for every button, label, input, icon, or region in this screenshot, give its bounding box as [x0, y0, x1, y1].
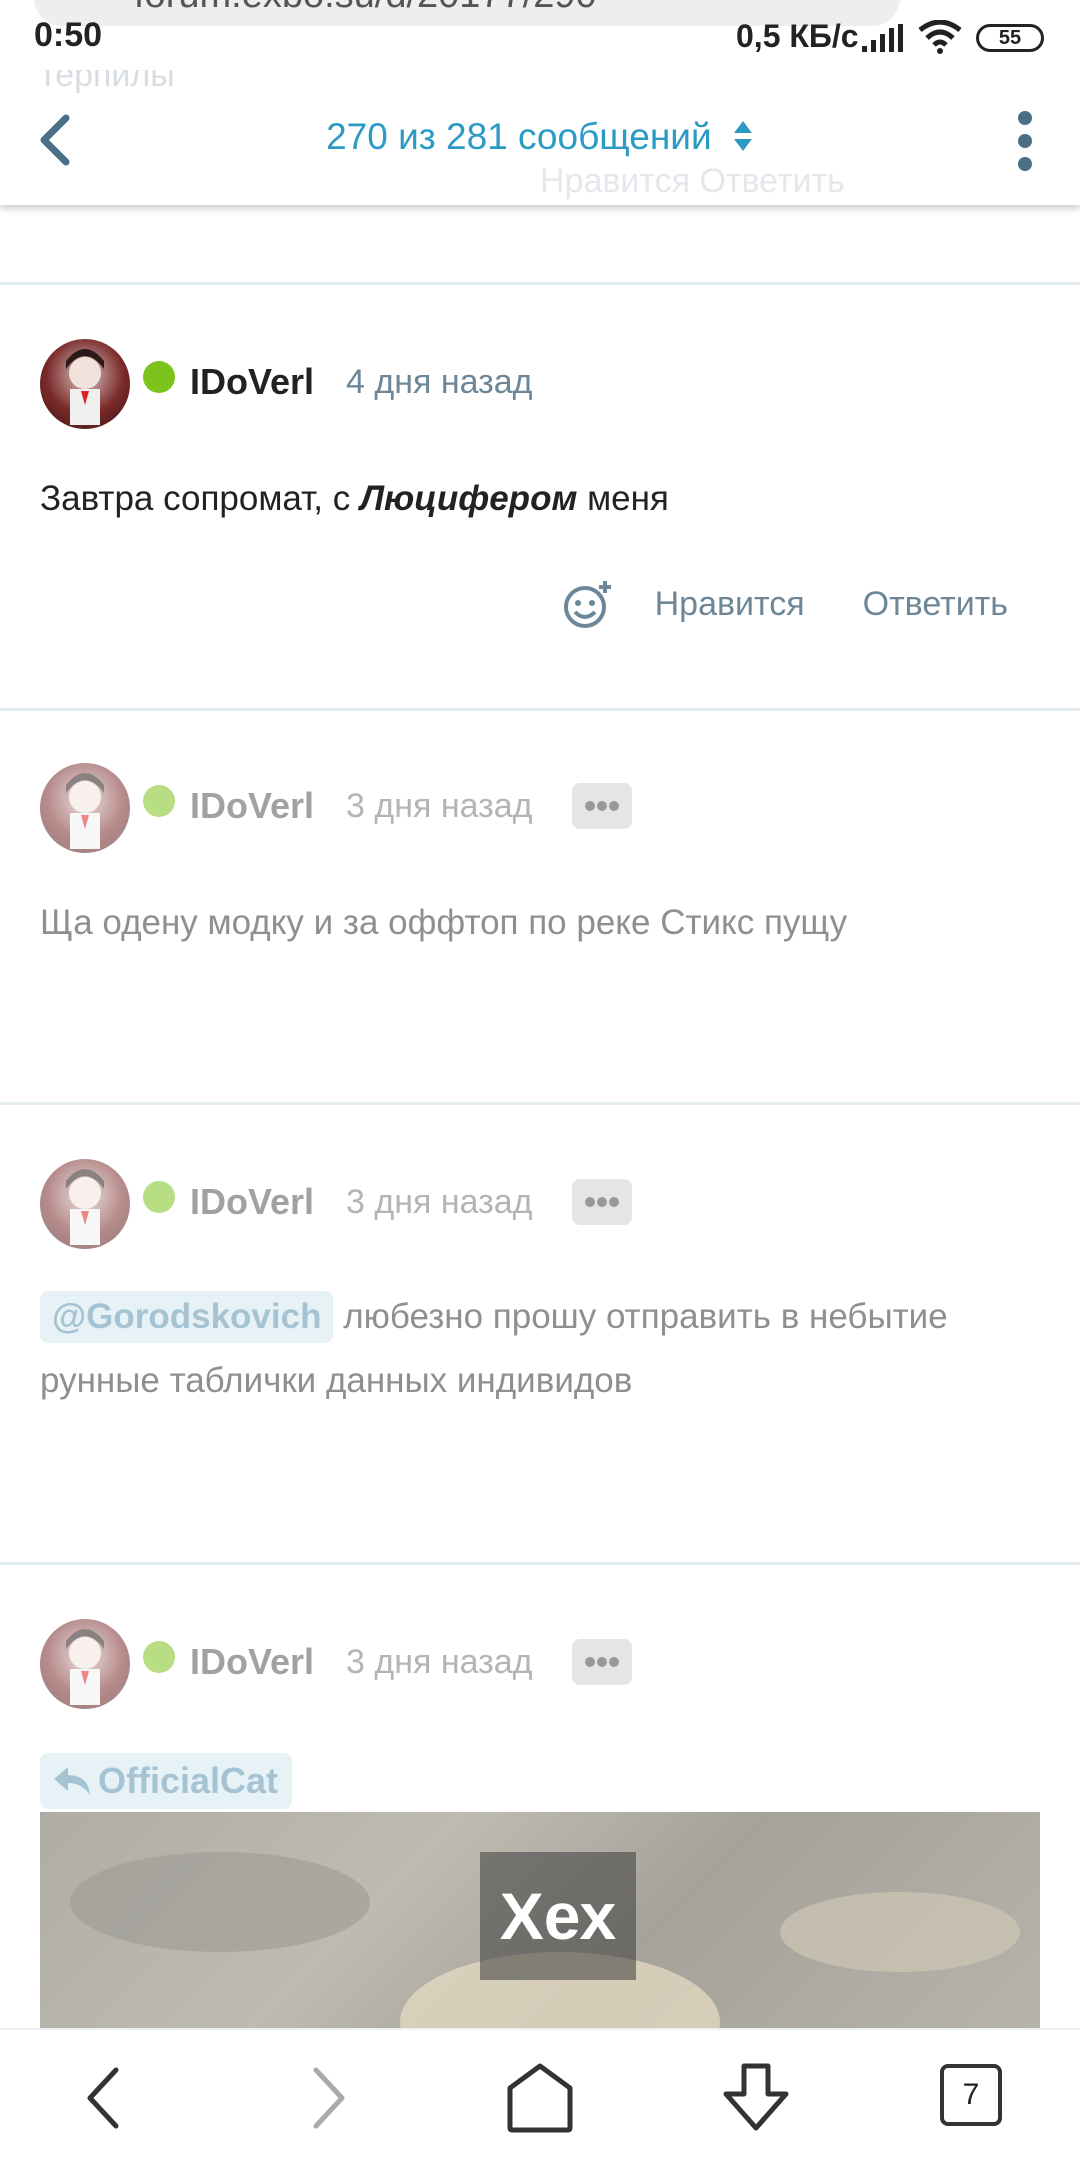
post-time[interactable]: 3 дня назад	[346, 1643, 532, 1682]
post-menu-button[interactable]	[572, 783, 632, 829]
post-text-end: меня	[577, 479, 669, 518]
signal-icon	[862, 24, 903, 52]
home-icon[interactable]	[500, 2058, 580, 2138]
status-bar: forum.exbo.su/d/20177/290 0:50 0,5 КБ/с …	[0, 0, 1080, 70]
sort-icon	[733, 121, 752, 151]
image-caption: Хех	[480, 1852, 636, 1980]
more-vertical-icon[interactable]	[1010, 110, 1040, 172]
post-body: @Gorodskovich любезно прошу отправить в …	[40, 1285, 1040, 1413]
avatar-image	[66, 1629, 104, 1705]
browser-back-icon[interactable]	[68, 2058, 148, 2138]
wifi-icon	[918, 20, 962, 54]
online-status-dot	[143, 785, 175, 817]
clock: 0:50	[34, 16, 103, 54]
avatar[interactable]	[40, 1619, 130, 1709]
header-ghost-actions: Нравится Ответить	[540, 162, 845, 200]
avatar[interactable]	[40, 763, 130, 853]
author-name[interactable]: IDoVerl	[190, 1181, 314, 1223]
post-time[interactable]: 4 дня назад	[346, 363, 532, 402]
post-divider	[0, 282, 1080, 285]
post-body: Ща одену модку и за оффтоп по реке Стикс…	[40, 903, 848, 942]
avatar[interactable]	[40, 339, 130, 429]
avatar-image	[66, 1169, 104, 1245]
user-mention[interactable]: @Gorodskovich	[40, 1291, 334, 1343]
reply-button[interactable]: Ответить	[863, 585, 1008, 624]
add-reaction-icon[interactable]	[563, 579, 613, 629]
online-status-dot	[143, 1181, 175, 1213]
online-status-dot	[143, 361, 175, 393]
post-time[interactable]: 3 дня назад	[346, 787, 532, 826]
post-divider	[0, 708, 1080, 711]
post-divider	[0, 1102, 1080, 1105]
like-button[interactable]: Нравится	[655, 585, 805, 624]
tabs-button[interactable]: 7	[940, 2064, 1002, 2126]
avatar-image	[66, 349, 104, 425]
reply-to-tag[interactable]: OfficialCat	[40, 1753, 293, 1809]
post-menu-button[interactable]	[572, 1179, 632, 1225]
online-status-dot	[143, 1641, 175, 1673]
post-counter-button[interactable]: 270 из 281 сообщений	[0, 116, 1080, 158]
post-body: Завтра сопромат, с Люциферoм меня	[40, 467, 1040, 531]
url-text: forum.exbo.su/d/20177/290	[134, 0, 597, 17]
more-horizontal-icon	[585, 1657, 619, 1667]
download-icon[interactable]	[716, 2058, 796, 2138]
post-menu-button[interactable]	[572, 1639, 632, 1685]
author-name[interactable]: IDoVerl	[190, 1641, 314, 1683]
reply-to-name: OfficialCat	[98, 1760, 279, 1801]
reply-arrow-icon	[54, 1767, 90, 1795]
screen: forum.exbo.su/d/20177/290 0:50 0,5 КБ/с …	[0, 0, 1080, 2160]
thread-header: терпилы Нравится Ответить 270 из 281 соо…	[0, 56, 1080, 205]
avatar-image	[66, 773, 104, 849]
browser-bottom-bar: 7	[0, 2028, 1080, 2160]
browser-forward-icon[interactable]	[284, 2058, 364, 2138]
avatar[interactable]	[40, 1159, 130, 1249]
battery-indicator: 55	[976, 24, 1044, 52]
post-time[interactable]: 3 дня назад	[346, 1183, 532, 1222]
post-actions: Нравится Ответить	[563, 579, 1008, 629]
post-text-emphasis: Люциферoм	[359, 479, 578, 518]
post-text: Завтра сопромат, с	[40, 479, 360, 518]
more-horizontal-icon	[585, 801, 619, 811]
author-name[interactable]: IDoVerl	[190, 361, 314, 403]
network-speed: 0,5 КБ/с	[736, 18, 859, 54]
post-divider	[0, 1562, 1080, 1565]
post-counter-label: 270 из 281 сообщений	[326, 116, 712, 157]
more-horizontal-icon	[585, 1197, 619, 1207]
author-name[interactable]: IDoVerl	[190, 785, 314, 827]
